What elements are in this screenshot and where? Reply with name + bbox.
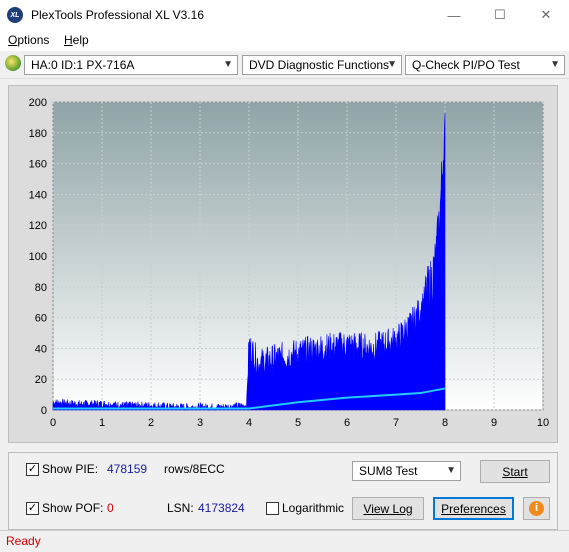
minimize-button[interactable]: — <box>431 0 477 30</box>
show-pof-checkbox[interactable]: ✓ <box>26 502 39 515</box>
menu-help[interactable]: Help <box>64 33 89 47</box>
lsn-label: LSN: <box>167 501 194 515</box>
y-tick-label: 120 <box>29 220 47 232</box>
y-tick-label: 60 <box>35 313 47 325</box>
y-tick-label: 40 <box>35 343 47 355</box>
close-button[interactable]: ✕ <box>523 0 569 30</box>
x-tick-label: 8 <box>442 417 448 429</box>
y-tick-label: 0 <box>41 405 47 417</box>
x-tick-label: 0 <box>50 417 56 429</box>
pie-value: 478159 <box>107 462 148 476</box>
x-tick-label: 3 <box>197 417 203 429</box>
logarithmic-checkbox[interactable] <box>266 502 279 515</box>
maximize-button[interactable]: ☐ <box>477 0 523 30</box>
y-tick-label: 160 <box>29 159 47 171</box>
status-bar: Ready <box>0 530 569 552</box>
info-icon: i <box>529 501 544 516</box>
status-text: Ready <box>6 534 41 548</box>
preferences-button[interactable]: Preferences <box>433 497 514 520</box>
show-pie-checkbox[interactable]: ✓ <box>26 463 39 476</box>
x-tick-label: 9 <box>491 417 497 429</box>
y-tick-label: 180 <box>29 128 47 140</box>
chevron-down-icon: ▼ <box>387 59 397 70</box>
x-tick-label: 2 <box>148 417 154 429</box>
drive-select[interactable]: HA:0 ID:1 PX-716A ▼ <box>24 55 238 75</box>
chart-panel: 0 1 2 3 4 5 6 7 8 9 10 0 20 40 60 80 100 120 140 160 180 200 <box>8 85 558 443</box>
chevron-down-icon: ▼ <box>223 59 233 70</box>
x-tick-label: 5 <box>295 417 301 429</box>
pi-po-chart: 0 1 2 3 4 5 6 7 8 9 10020406080100120140160180200 <box>29 97 549 429</box>
y-tick-label: 200 <box>29 97 47 109</box>
title-bar: XL PlexTools Professional XL V3.16 — ☐ ✕ <box>0 0 569 30</box>
view-log-button[interactable]: View Log <box>352 497 424 520</box>
chevron-down-icon: ▼ <box>446 465 456 476</box>
y-tick-label: 20 <box>35 374 47 386</box>
x-tick-label: 1 <box>99 417 105 429</box>
x-tick-label: 6 <box>344 417 350 429</box>
lsn-value: 4173824 <box>198 501 245 515</box>
logarithmic-label: Logarithmic <box>282 501 345 515</box>
test-select[interactable]: Q-Check PI/PO Test ▼ <box>405 55 565 75</box>
x-tick-label: 10 <box>537 417 549 429</box>
pof-value: 0 <box>107 501 114 515</box>
show-pof-label: Show POF: <box>42 501 104 515</box>
y-tick-label: 140 <box>29 189 47 201</box>
sum-test-select[interactable]: SUM8 Test ▼ <box>352 461 461 481</box>
menu-bar: Options Help <box>0 30 569 51</box>
window-title: PlexTools Professional XL V3.16 <box>31 8 204 22</box>
show-pie-label: Show PIE: <box>42 462 99 476</box>
function-select[interactable]: DVD Diagnostic Functions ▼ <box>242 55 402 75</box>
x-tick-label: 7 <box>393 417 399 429</box>
chevron-down-icon: ▼ <box>550 59 560 70</box>
x-tick-label: 4 <box>246 417 252 429</box>
disc-icon <box>5 55 21 71</box>
app-logo-icon: XL <box>7 7 23 23</box>
y-tick-label: 80 <box>35 282 47 294</box>
info-button[interactable]: i <box>523 497 550 520</box>
menu-options[interactable]: Options <box>8 33 49 47</box>
start-button[interactable]: Start <box>480 460 550 483</box>
y-tick-label: 100 <box>29 251 47 263</box>
pie-unit: rows/8ECC <box>164 462 225 476</box>
